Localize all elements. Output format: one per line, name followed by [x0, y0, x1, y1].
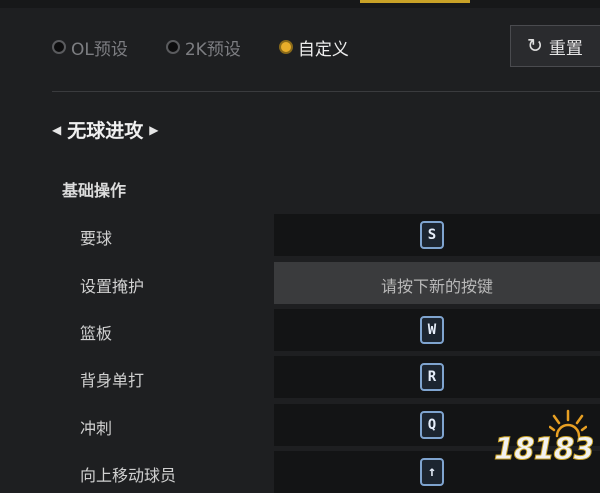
- radio-icon: [165, 40, 180, 54]
- preset-2k[interactable]: 2K预设: [165, 35, 241, 60]
- preset-label: 2K预设: [184, 39, 241, 60]
- divider: [52, 91, 600, 92]
- keycap: Q: [420, 411, 444, 439]
- radio-icon: [52, 40, 66, 54]
- reset-label: 重置: [548, 38, 583, 59]
- refresh-icon: ↻: [527, 34, 543, 57]
- preset-label: 自定义: [297, 39, 349, 60]
- reset-button[interactable]: ↻ 重置: [510, 25, 600, 67]
- triangle-left-icon[interactable]: ◀: [52, 123, 61, 137]
- keybind-cell-waiting[interactable]: 请按下新的按键: [274, 262, 600, 304]
- keybind-row: 背身单打 R: [0, 356, 600, 398]
- action-label: 要球: [80, 229, 113, 248]
- keybind-cell[interactable]: W: [274, 309, 600, 351]
- keycap: R: [420, 363, 444, 391]
- subsection-title: 基础操作: [62, 181, 127, 200]
- section-switcher: ◀ 无球进攻 ▶: [52, 116, 158, 143]
- keycap: S: [420, 221, 444, 249]
- triangle-right-icon[interactable]: ▶: [149, 123, 158, 137]
- action-label: 背身单打: [80, 371, 145, 390]
- keybind-row: 篮板 W: [0, 309, 600, 351]
- keybind-row: 设置掩护 请按下新的按键: [0, 262, 600, 304]
- keybind-row: 要球 S: [0, 214, 600, 256]
- top-bar: [0, 0, 600, 8]
- preset-ol[interactable]: OL预设: [52, 35, 128, 60]
- keybind-cell[interactable]: R: [274, 356, 600, 398]
- preset-custom[interactable]: 自定义: [278, 35, 349, 60]
- action-label: 冲刺: [80, 419, 113, 438]
- preset-radio-group: OL预设 2K预设 自定义: [52, 30, 387, 64]
- section-title: 无球进攻: [67, 120, 144, 142]
- keycap: W: [420, 316, 444, 344]
- action-label: 篮板: [80, 324, 113, 343]
- action-label: 设置掩护: [80, 277, 145, 296]
- watermark-text: 18183: [493, 432, 594, 468]
- action-label: 向上移动球员: [80, 466, 177, 485]
- press-key-prompt: 请按下新的按键: [380, 277, 493, 296]
- watermark-logo: 18183: [493, 408, 595, 474]
- active-tab-indicator: [360, 0, 470, 3]
- keybind-cell[interactable]: S: [274, 214, 600, 256]
- radio-selected-icon: [278, 40, 293, 54]
- preset-label: OL预设: [71, 39, 128, 60]
